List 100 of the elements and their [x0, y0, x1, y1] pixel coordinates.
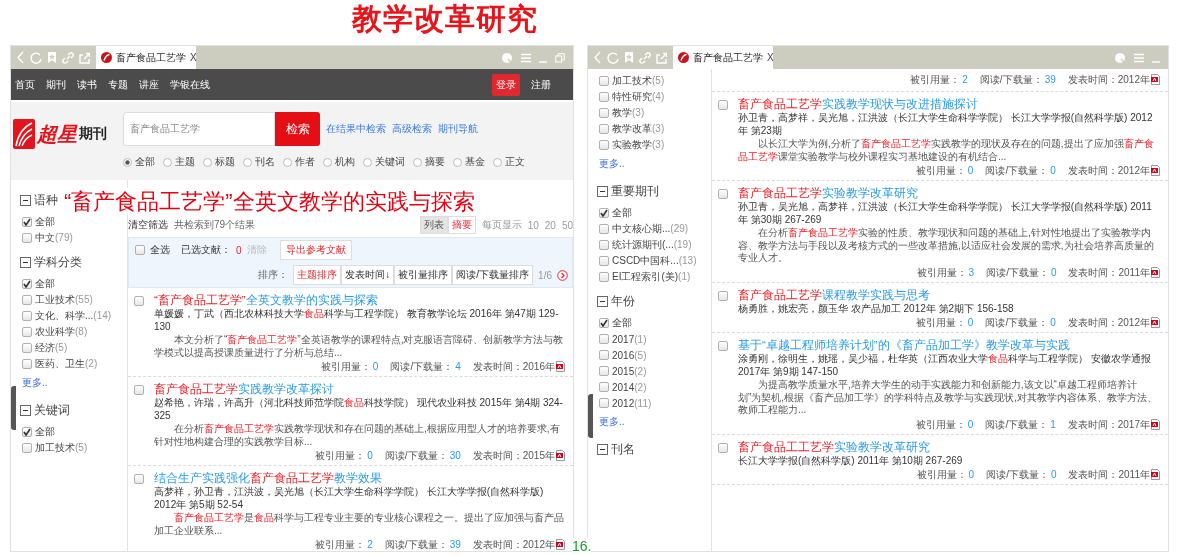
menu-icon[interactable]: [1134, 52, 1144, 63]
checkbox[interactable]: [22, 279, 32, 289]
browser-tab[interactable]: 畜产食品工艺学 X: [96, 46, 196, 69]
more-link[interactable]: 更多..: [599, 415, 625, 429]
checkbox[interactable]: [22, 295, 32, 305]
checkbox[interactable]: [599, 76, 609, 86]
radio-button[interactable]: [413, 157, 422, 167]
result-title[interactable]: 畜产食品工艺学实践教学现状与改进措施探讨: [738, 97, 1160, 111]
filter-option[interactable]: 加工技术(5): [612, 74, 665, 88]
sort-tab[interactable]: 被引量排序: [394, 265, 453, 285]
checkbox[interactable]: [22, 443, 32, 453]
checkbox[interactable]: [135, 245, 145, 255]
sort-tab[interactable]: 主题排序: [293, 265, 342, 285]
radio-button[interactable]: [203, 157, 212, 167]
checkbox[interactable]: [718, 341, 728, 351]
checkbox[interactable]: [599, 108, 609, 118]
side-tab[interactable]: [588, 394, 593, 438]
filter-option[interactable]: CSCD中国科...(13): [612, 254, 697, 268]
nav-link[interactable]: 讲座: [139, 77, 159, 92]
sort-tab[interactable]: 发表时间↓: [341, 265, 395, 285]
radio-button[interactable]: [323, 157, 332, 167]
search-link[interactable]: 高级检索: [392, 122, 432, 136]
nav-link[interactable]: 读书: [77, 77, 97, 92]
bookmark-icon[interactable]: [47, 51, 57, 64]
checkbox[interactable]: [22, 233, 32, 243]
filter-option[interactable]: 中文(79): [35, 231, 73, 245]
radio-button[interactable]: [243, 157, 252, 167]
close-tab-button[interactable]: X: [190, 52, 197, 63]
filter-option[interactable]: 统计源期刊(...(19): [612, 238, 692, 252]
link-icon[interactable]: [62, 51, 74, 64]
search-link[interactable]: 在结果中检索: [326, 122, 386, 136]
filter-option[interactable]: 2017(1): [612, 333, 647, 345]
checkbox[interactable]: [599, 398, 609, 408]
back-icon[interactable]: [17, 51, 25, 64]
result-title[interactable]: 畜产食品工艺学实验教学改革研究: [738, 186, 1160, 200]
filter-option[interactable]: 2016(5): [612, 349, 647, 361]
filter-option[interactable]: 中文核心期...(29): [612, 222, 689, 236]
collapse-icon[interactable]: [20, 257, 31, 268]
checkbox[interactable]: [134, 385, 144, 395]
radio-button[interactable]: [453, 157, 462, 167]
filter-option[interactable]: 全部: [35, 277, 55, 291]
browser-tab[interactable]: 畜产食品工艺学 X: [673, 46, 773, 69]
menu-icon[interactable]: [521, 52, 531, 63]
result-title[interactable]: “畜产食品工艺学”全英文教学的实践与探索: [154, 293, 565, 307]
checkbox[interactable]: [599, 124, 609, 134]
checkbox[interactable]: [599, 140, 609, 150]
nav-link[interactable]: 首页: [15, 77, 35, 92]
checkbox[interactable]: [22, 343, 32, 353]
export-button[interactable]: 导出参考文献: [279, 240, 352, 260]
checkbox[interactable]: [599, 92, 609, 102]
result-title[interactable]: 畜产食品工工艺学实验教学改革研究: [738, 439, 1160, 454]
checkbox[interactable]: [22, 217, 32, 227]
collapse-icon[interactable]: [20, 405, 31, 416]
close-tab-button[interactable]: X: [767, 52, 774, 63]
login-button[interactable]: 登录: [492, 73, 520, 96]
sort-tab[interactable]: 阅读/下载量排序: [452, 265, 534, 285]
checkbox[interactable]: [22, 359, 32, 369]
filter-option[interactable]: 特性研究(4): [612, 90, 665, 104]
radio-button[interactable]: [363, 157, 372, 167]
link-icon[interactable]: [639, 51, 651, 64]
checkbox[interactable]: [22, 311, 32, 321]
filter-option[interactable]: 农业科学(8): [35, 325, 88, 339]
more-link[interactable]: 更多..: [22, 376, 48, 390]
more-link[interactable]: 更多..: [599, 157, 625, 171]
result-title[interactable]: 畜产食品工艺学实践教学改革探讨: [154, 382, 565, 396]
filter-option[interactable]: 工业技术(55): [35, 293, 93, 307]
checkbox[interactable]: [599, 350, 609, 360]
share-icon[interactable]: [79, 51, 90, 64]
search-link[interactable]: 期刊导航: [438, 122, 478, 136]
search-button[interactable]: 检索: [275, 112, 320, 146]
filter-option[interactable]: 医药、卫生(2): [35, 357, 98, 371]
checkbox[interactable]: [718, 442, 728, 453]
checkbox[interactable]: [599, 382, 609, 392]
checkbox[interactable]: [134, 474, 144, 484]
nav-link[interactable]: 期刊: [46, 77, 66, 92]
checkbox[interactable]: [599, 224, 609, 234]
checkbox[interactable]: [599, 208, 609, 218]
collapse-icon[interactable]: [597, 296, 608, 307]
collapse-icon[interactable]: [597, 186, 608, 197]
filter-option[interactable]: 2014(2): [612, 381, 647, 393]
checkbox[interactable]: [599, 272, 609, 282]
filter-option[interactable]: 教学(3): [612, 106, 645, 120]
filter-option[interactable]: 文化、科学...(14): [35, 309, 112, 323]
checkbox[interactable]: [22, 427, 32, 437]
nav-link[interactable]: 学银在线: [170, 77, 210, 92]
filter-option[interactable]: 全部: [612, 206, 632, 220]
filter-option[interactable]: 全部: [35, 425, 55, 439]
search-icon[interactable]: [1114, 51, 1126, 64]
checkbox[interactable]: [134, 296, 144, 306]
filter-option[interactable]: 2015(2): [612, 365, 647, 377]
result-title[interactable]: 结合生产实践强化畜产食品工艺学教学效果: [154, 471, 565, 485]
filter-option[interactable]: 实验教学(3): [612, 138, 665, 152]
radio-button[interactable]: [283, 157, 292, 167]
search-field[interactable]: 畜产食品工艺学: [123, 112, 275, 146]
filter-option[interactable]: 全部: [35, 215, 55, 229]
filter-option[interactable]: 加工技术(5): [35, 441, 88, 455]
checkbox[interactable]: [599, 334, 609, 344]
restore-icon[interactable]: [555, 52, 565, 63]
collapse-icon[interactable]: [20, 195, 31, 206]
view-toggle[interactable]: 列表: [419, 216, 448, 234]
